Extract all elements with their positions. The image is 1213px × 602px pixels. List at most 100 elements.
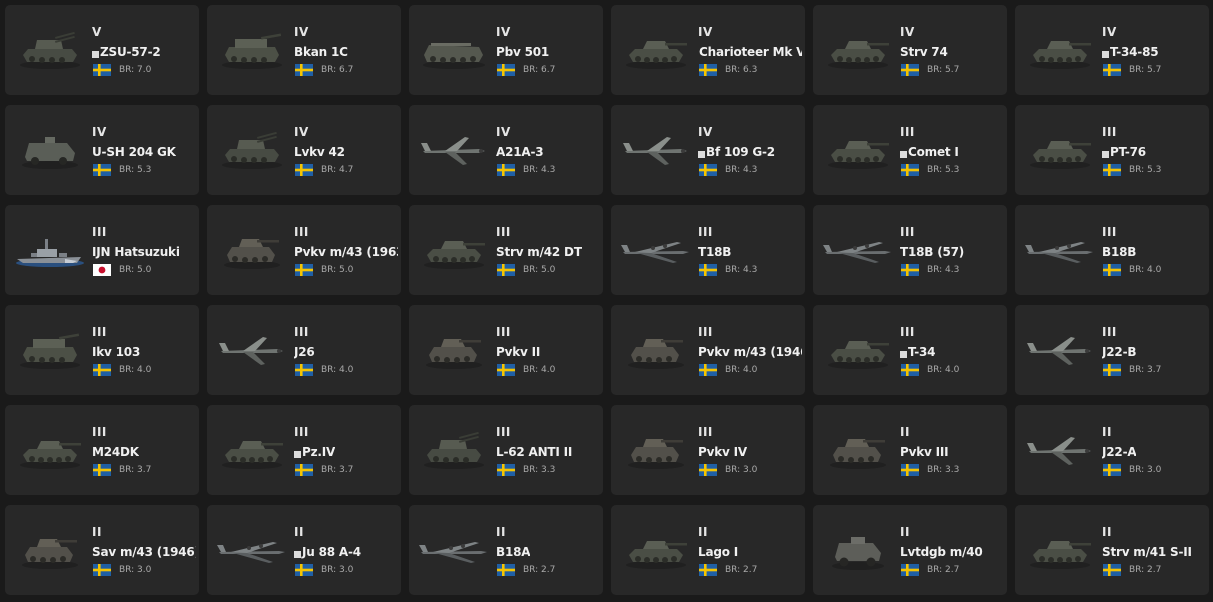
sweden-flag-icon	[1103, 364, 1121, 376]
plane-icon	[621, 125, 691, 175]
vehicle-card[interactable]: IV Lvkv 42 BR: 4.7	[207, 105, 401, 195]
vehicle-name: B18B	[1102, 245, 1137, 259]
sweden-flag-icon	[93, 564, 111, 576]
vehicle-card[interactable]: IV U-SH 204 GK BR: 5.3	[5, 105, 199, 195]
vehicle-card[interactable]: III Comet I BR: 5.3	[813, 105, 1007, 195]
vehicle-card[interactable]: IV A21A-3 BR: 4.3	[409, 105, 603, 195]
vehicle-card[interactable]: III Ikv 103 BR: 4.0	[5, 305, 199, 395]
vehicle-name: Lago I	[698, 545, 739, 559]
vehicle-meta: BR: 4.0	[93, 364, 151, 376]
vehicle-rank: IV	[496, 125, 511, 139]
vehicle-card[interactable]: III T18B BR: 4.3	[611, 205, 805, 295]
vehicle-name-row: Strv m/42 DT	[496, 245, 582, 259]
battle-rating: BR: 3.7	[119, 465, 152, 475]
vehicle-meta: BR: 3.0	[295, 564, 353, 576]
tank-icon	[823, 125, 893, 175]
sweden-flag-icon	[1103, 464, 1121, 476]
battle-rating: BR: 5.0	[321, 265, 354, 275]
vehicle-name-row: ZSU-57-2	[92, 45, 161, 59]
vehicle-card[interactable]: IV Bkan 1C BR: 6.7	[207, 5, 401, 95]
vehicle-name: T18B (57)	[900, 245, 965, 259]
battle-rating: BR: 3.3	[927, 465, 960, 475]
premium-icon	[1102, 151, 1109, 158]
tank-icon	[823, 325, 893, 375]
vehicle-card[interactable]: II Lago I BR: 2.7	[611, 505, 805, 595]
vehicle-card[interactable]: IV Pbv 501 BR: 6.7	[409, 5, 603, 95]
battle-rating: BR: 4.0	[725, 365, 758, 375]
vehicle-rank: III	[294, 425, 309, 439]
vehicle-card[interactable]: III IJN Hatsuzuki BR: 5.0	[5, 205, 199, 295]
vehicle-name: Ju 88 A-4	[302, 545, 361, 559]
vehicle-rank: II	[900, 425, 910, 439]
battle-rating: BR: 4.0	[523, 365, 556, 375]
vehicle-card[interactable]: III Strv m/42 DT BR: 5.0	[409, 205, 603, 295]
vehicle-name: J22-A	[1102, 445, 1137, 459]
tank-icon	[1025, 125, 1095, 175]
vehicle-card[interactable]: III Pvkv m/43 (1963) BR: 5.0	[207, 205, 401, 295]
vehicle-card[interactable]: V ZSU-57-2 BR: 7.0	[5, 5, 199, 95]
vehicle-card[interactable]: III Pvkv IV BR: 3.0	[611, 405, 805, 495]
vehicle-name: Bkan 1C	[294, 45, 348, 59]
vehicle-name: J26	[294, 345, 315, 359]
vehicle-card[interactable]: IV Bf 109 G-2 BR: 4.3	[611, 105, 805, 195]
spg-icon	[217, 25, 287, 75]
vehicle-card[interactable]: III PT-76 BR: 5.3	[1015, 105, 1209, 195]
plane-icon	[1025, 325, 1095, 375]
vehicle-meta: BR: 2.7	[901, 564, 959, 576]
vehicle-card[interactable]: III B18B BR: 4.0	[1015, 205, 1209, 295]
vehicle-card[interactable]: II B18A BR: 2.7	[409, 505, 603, 595]
vehicle-card[interactable]: II Ju 88 A-4 BR: 3.0	[207, 505, 401, 595]
vehicle-card[interactable]: IV T-34-85 BR: 5.7	[1015, 5, 1209, 95]
vehicle-card[interactable]: II Sav m/43 (1946) BR: 3.0	[5, 505, 199, 595]
vehicle-meta: BR: 6.7	[497, 64, 555, 76]
vehicle-card[interactable]: III J26 BR: 4.0	[207, 305, 401, 395]
vehicle-name: Lvtdgb m/40	[900, 545, 983, 559]
vehicle-card[interactable]: II J22-A BR: 3.0	[1015, 405, 1209, 495]
vehicle-grid: V ZSU-57-2 BR: 7.0 IV Bkan 1C BR: 6.7 IV Pbv 50…	[5, 5, 1209, 595]
vehicle-card[interactable]: II Pvkv III BR: 3.3	[813, 405, 1007, 495]
vehicle-meta: BR: 5.3	[93, 164, 151, 176]
vehicle-meta: BR: 2.7	[699, 564, 757, 576]
vehicle-name-row: Pvkv III	[900, 445, 948, 459]
vehicle-name: Strv m/42 DT	[496, 245, 582, 259]
vehicle-card[interactable]: IV Strv 74 BR: 5.7	[813, 5, 1007, 95]
vehicle-name-row: Pvkv m/43 (1963)	[294, 245, 398, 259]
sweden-flag-icon	[901, 164, 919, 176]
vehicle-meta: BR: 4.3	[497, 164, 555, 176]
battle-rating: BR: 3.7	[1129, 365, 1162, 375]
vehicle-rank: II	[1102, 525, 1112, 539]
vehicle-rank: III	[698, 425, 713, 439]
vehicle-card[interactable]: III T18B (57) BR: 4.3	[813, 205, 1007, 295]
sweden-flag-icon	[901, 464, 919, 476]
sweden-flag-icon	[699, 564, 717, 576]
vehicle-name: Pvkv II	[496, 345, 541, 359]
vehicle-card[interactable]: II Lvtdgb m/40 BR: 2.7	[813, 505, 1007, 595]
tank-destroyer-icon	[621, 425, 691, 475]
battle-rating: BR: 2.7	[523, 565, 556, 575]
vehicle-card[interactable]: III M24DK BR: 3.7	[5, 405, 199, 495]
vehicle-meta: BR: 4.0	[295, 364, 353, 376]
vehicle-card[interactable]: IV Charioteer Mk VI BR: 6.3	[611, 5, 805, 95]
vehicle-meta: BR: 3.0	[93, 564, 151, 576]
vehicle-name-row: Ju 88 A-4	[294, 545, 361, 559]
vehicle-card[interactable]: II Strv m/41 S-II BR: 2.7	[1015, 505, 1209, 595]
vehicle-card[interactable]: III T-34 BR: 4.0	[813, 305, 1007, 395]
vehicle-rank: III	[698, 225, 713, 239]
vehicle-meta: BR: 3.7	[1103, 364, 1161, 376]
battle-rating: BR: 6.7	[321, 65, 354, 75]
battle-rating: BR: 4.0	[119, 365, 152, 375]
vehicle-meta: BR: 3.0	[1103, 464, 1161, 476]
sweden-flag-icon	[1103, 564, 1121, 576]
vehicle-name: Strv 74	[900, 45, 948, 59]
vehicle-card[interactable]: III J22-B BR: 3.7	[1015, 305, 1209, 395]
vehicle-meta: BR: 5.7	[901, 64, 959, 76]
vehicle-card[interactable]: III Pvkv II BR: 4.0	[409, 305, 603, 395]
vehicle-card[interactable]: III L-62 ANTI II BR: 3.3	[409, 405, 603, 495]
sweden-flag-icon	[93, 364, 111, 376]
vehicle-card[interactable]: III Pz.IV BR: 3.7	[207, 405, 401, 495]
sweden-flag-icon	[497, 164, 515, 176]
vehicle-card[interactable]: III Pvkv m/43 (1946) BR: 4.0	[611, 305, 805, 395]
sweden-flag-icon	[93, 64, 111, 76]
sweden-flag-icon	[1103, 64, 1121, 76]
vehicle-name-row: J22-A	[1102, 445, 1136, 459]
